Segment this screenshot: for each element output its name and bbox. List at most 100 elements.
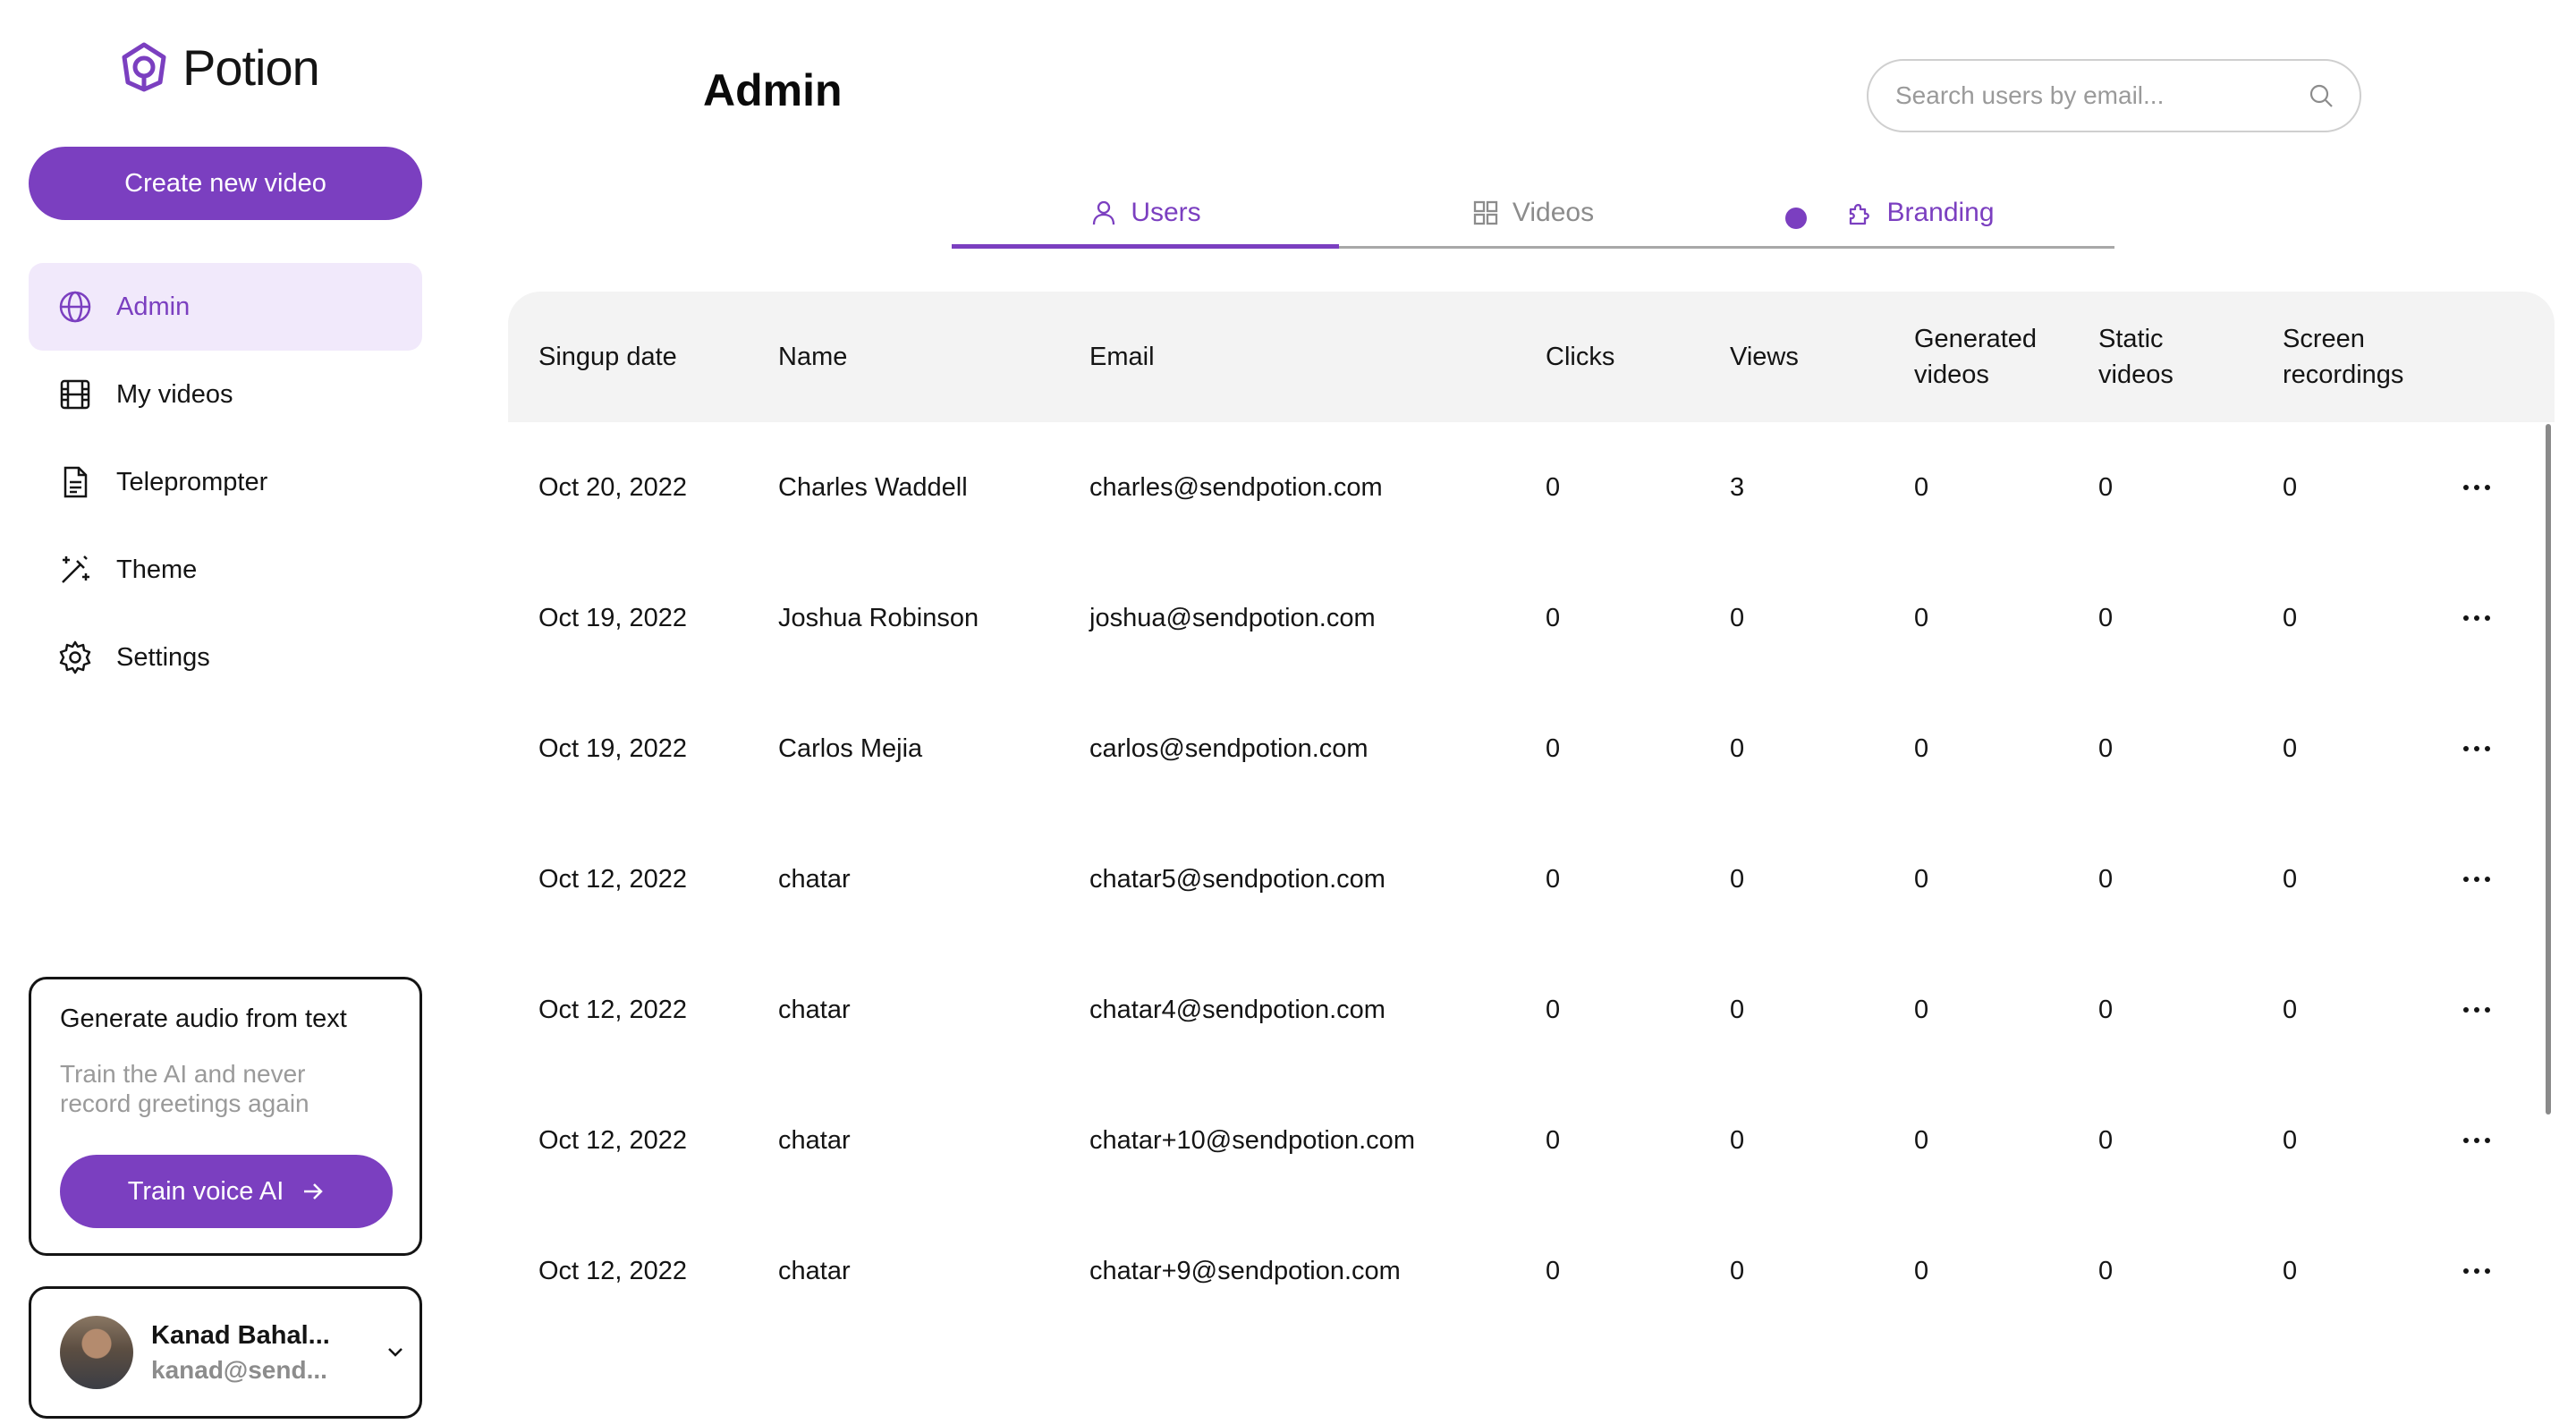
row-actions-button[interactable]: [2462, 683, 2492, 814]
cell-static-videos: 0: [2098, 1125, 2114, 1155]
column-header-clicks[interactable]: Clicks: [1546, 292, 1614, 422]
cell-email: chatar5@sendpotion.com: [1089, 864, 1385, 894]
cell-views: 0: [1730, 995, 1745, 1024]
tab-users[interactable]: Users: [952, 179, 1339, 249]
row-actions-button[interactable]: [2462, 945, 2492, 1075]
cell-email: carlos@sendpotion.com: [1089, 733, 1368, 763]
user-account-menu[interactable]: Kanad Bahal... kanad@send...: [29, 1286, 422, 1419]
cell-screen-recordings: 0: [2283, 733, 2298, 763]
table-row[interactable]: Oct 19, 2022 Carlos Mejia carlos@sendpotio…: [508, 683, 2555, 814]
row-actions-button[interactable]: [2462, 553, 2492, 683]
column-header-name[interactable]: Name: [778, 292, 847, 422]
row-actions-button[interactable]: [2462, 1206, 2492, 1336]
column-header-static-videos[interactable]: Static videos: [2098, 292, 2197, 422]
table-body: Oct 20, 2022 Charles Waddell charles@sendp…: [508, 422, 2555, 1336]
cell-name: chatar: [778, 864, 851, 894]
cell-signup-date: Oct 19, 2022: [538, 733, 688, 763]
cell-email: chatar+9@sendpotion.com: [1089, 1256, 1401, 1285]
column-header-email[interactable]: Email: [1089, 292, 1155, 422]
more-horizontal-icon: [2463, 615, 2490, 621]
user-icon: [1093, 200, 1115, 225]
table-row[interactable]: Oct 12, 2022 chatar chatar5@sendpotion.com…: [508, 814, 2555, 945]
row-actions-button[interactable]: [2462, 422, 2492, 553]
row-actions-button[interactable]: [2462, 814, 2492, 945]
cell-clicks: 0: [1546, 1256, 1561, 1285]
cell-email: charles@sendpotion.com: [1089, 472, 1383, 502]
cell-views: 3: [1730, 472, 1745, 502]
cell-views: 0: [1730, 603, 1745, 632]
cell-generated-videos: 0: [1914, 472, 1929, 502]
more-horizontal-icon: [2463, 1268, 2490, 1274]
search-input[interactable]: [1895, 81, 2308, 110]
cell-clicks: 0: [1546, 603, 1561, 632]
cell-static-videos: 0: [2098, 603, 2114, 632]
sidebar-item-my-videos[interactable]: My videos: [29, 351, 422, 438]
sidebar-item-theme[interactable]: Theme: [29, 526, 422, 614]
table-header: Singup date Name Email Clicks Views Gene…: [508, 292, 2555, 422]
cell-name: chatar: [778, 995, 851, 1024]
document-icon: [64, 466, 88, 498]
train-voice-ai-button[interactable]: Train voice AI: [60, 1155, 393, 1228]
more-horizontal-icon: [2463, 1138, 2490, 1143]
grid-icon: [1473, 200, 1498, 225]
cell-generated-videos: 0: [1914, 733, 1929, 763]
table-row[interactable]: Oct 12, 2022 chatar chatar+9@sendpotion.co…: [508, 1206, 2555, 1336]
table-scrollbar[interactable]: [2546, 424, 2551, 1115]
gear-icon: [59, 640, 91, 674]
table-row[interactable]: Oct 19, 2022 Joshua Robinson joshua@sendpo…: [508, 553, 2555, 683]
cell-views: 0: [1730, 864, 1745, 894]
train-voice-ai-label: Train voice AI: [127, 1176, 284, 1206]
cell-screen-recordings: 0: [2283, 1125, 2298, 1155]
cell-name: Charles Waddell: [778, 472, 968, 502]
cell-signup-date: Oct 12, 2022: [538, 864, 688, 894]
tab-videos[interactable]: Videos: [1339, 179, 1726, 246]
cell-clicks: 0: [1546, 472, 1561, 502]
cell-generated-videos: 0: [1914, 1256, 1929, 1285]
cell-name: Joshua Robinson: [778, 603, 979, 632]
user-email: kanad@send...: [151, 1355, 327, 1384]
table-row[interactable]: Oct 12, 2022 chatar chatar+10@sendpotion.c…: [508, 1075, 2555, 1206]
sidebar-item-teleprompter[interactable]: Teleprompter: [29, 438, 422, 526]
create-new-video-button[interactable]: Create new video: [29, 147, 422, 220]
cell-signup-date: Oct 12, 2022: [538, 1256, 688, 1285]
cell-static-videos: 0: [2098, 864, 2114, 894]
table-row[interactable]: Oct 20, 2022 Charles Waddell charles@sendp…: [508, 422, 2555, 553]
cell-screen-recordings: 0: [2283, 864, 2298, 894]
sidebar-nav: Admin My videos Teleprompter Theme Setti…: [29, 263, 422, 701]
globe-icon: [59, 291, 91, 323]
table-row[interactable]: Oct 12, 2022 chatar chatar4@sendpotion.com…: [508, 945, 2555, 1075]
search-icon[interactable]: [2308, 82, 2334, 109]
logo[interactable]: Potion: [118, 39, 320, 96]
puzzle-icon: [1850, 203, 1870, 225]
cell-static-videos: 0: [2098, 472, 2114, 502]
sidebar-item-admin[interactable]: Admin: [29, 263, 422, 351]
column-header-generated-videos[interactable]: Generated videos: [1914, 292, 2057, 422]
tab-label: Branding: [1886, 197, 1995, 227]
cell-email: joshua@sendpotion.com: [1089, 603, 1376, 632]
cell-signup-date: Oct 12, 2022: [538, 995, 688, 1024]
notification-dot: [1785, 208, 1807, 229]
cell-name: chatar: [778, 1256, 851, 1285]
promo-title: Generate audio from text: [60, 1004, 347, 1033]
sidebar-item-label: Settings: [116, 642, 210, 672]
sidebar-item-settings[interactable]: Settings: [29, 614, 422, 701]
tab-branding[interactable]: Branding: [1726, 179, 2114, 246]
more-horizontal-icon: [2463, 877, 2490, 882]
column-header-screen-recordings[interactable]: Screen recordings: [2283, 292, 2435, 422]
film-icon: [60, 379, 90, 410]
user-name: Kanad Bahal...: [151, 1320, 330, 1350]
column-header-signup-date[interactable]: Singup date: [538, 292, 677, 422]
sidebar-item-label: My videos: [116, 379, 233, 409]
cell-static-videos: 0: [2098, 995, 2114, 1024]
row-actions-button[interactable]: [2462, 1075, 2492, 1206]
page-title: Admin: [703, 65, 843, 115]
sidebar-item-label: Teleprompter: [116, 467, 268, 496]
tab-bar: Users Videos Branding: [952, 179, 2114, 249]
cell-clicks: 0: [1546, 995, 1561, 1024]
cell-views: 0: [1730, 1125, 1745, 1155]
users-table: Singup date Name Email Clicks Views Gene…: [508, 292, 2555, 1424]
column-header-views[interactable]: Views: [1730, 292, 1799, 422]
cell-clicks: 0: [1546, 1125, 1561, 1155]
cell-signup-date: Oct 19, 2022: [538, 603, 688, 632]
voice-ai-promo-card: Generate audio from text Train the AI an…: [29, 977, 422, 1256]
